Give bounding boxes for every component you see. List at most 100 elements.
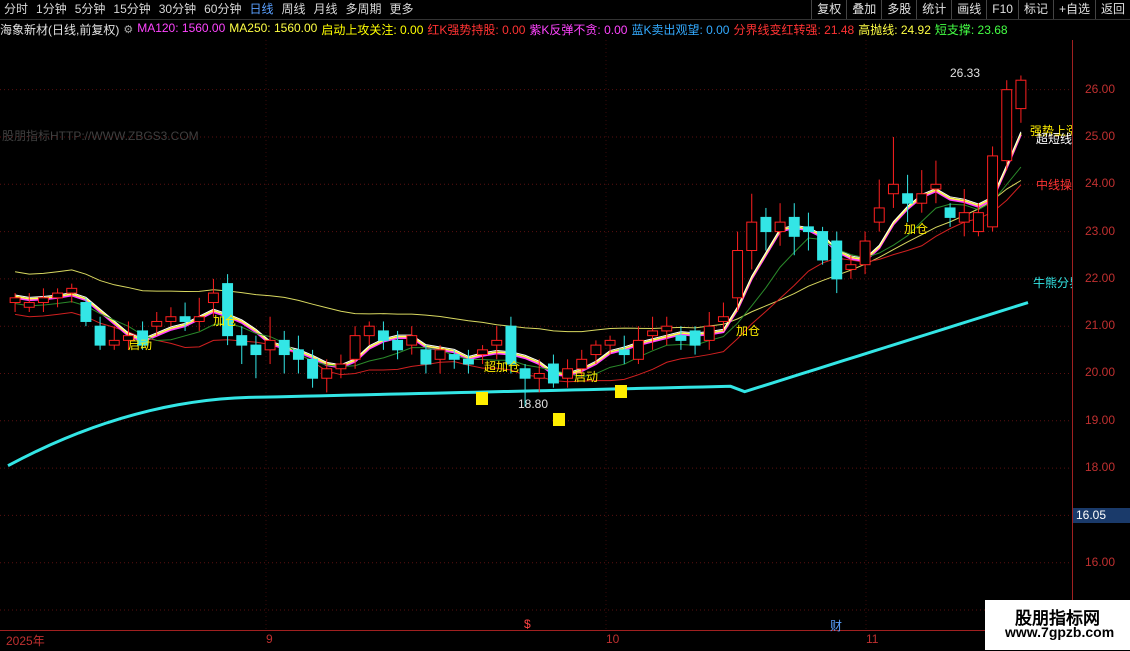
ultra-short-label: 超短线 — [1036, 131, 1072, 146]
toolbar-button-6[interactable]: 标记 — [1017, 0, 1053, 19]
candle-body — [647, 330, 659, 337]
candle-body — [689, 330, 701, 346]
price-tick: 20.00 — [1085, 365, 1116, 380]
price-tick: 26.00 — [1085, 81, 1116, 96]
super-add-label: 超加仓 — [484, 359, 520, 374]
candle-body — [321, 368, 333, 379]
event-marker[interactable]: $ — [524, 617, 531, 631]
candle-body — [916, 193, 928, 204]
function-buttons: 复权 叠加 多股 统计 画线 F10 标记 +自选 返回 — [811, 0, 1130, 19]
candle-body — [859, 240, 871, 266]
candle-body — [788, 216, 800, 237]
candle-body — [37, 297, 49, 304]
candle-body — [335, 363, 347, 370]
candle-body — [774, 221, 786, 233]
site-logo: 股朋指标网 www.7gpzb.com — [985, 600, 1130, 650]
candle-body — [576, 358, 588, 370]
price-tick: 18.00 — [1085, 460, 1116, 475]
candle-body — [817, 231, 829, 261]
candle-body — [250, 344, 262, 356]
toolbar-button-3[interactable]: 统计 — [916, 0, 951, 19]
event-marker[interactable]: 财 — [830, 617, 842, 634]
candle-body — [94, 325, 106, 346]
candle-body — [434, 349, 446, 360]
candle-body — [618, 349, 630, 356]
candle-body — [292, 349, 304, 360]
candle-body — [505, 325, 517, 365]
indicator-value-8: 短支撑: 23.68 — [934, 22, 1008, 37]
candle-body — [802, 226, 814, 233]
timeframe-tab-0[interactable]: 分时 — [0, 0, 32, 19]
timeframe-tab-6[interactable]: 日线 — [245, 0, 277, 19]
candle-body — [533, 372, 545, 379]
candle-body — [23, 302, 35, 308]
toolbar-button-2[interactable]: 多股 — [881, 0, 916, 19]
candle-body — [420, 349, 432, 365]
price-tick: 16.00 — [1085, 554, 1116, 569]
toolbar-button-8[interactable]: 返回 — [1094, 0, 1130, 19]
indicator-value-1: MA250: 1560.00 — [229, 20, 318, 35]
toolbar-button-1[interactable]: 叠加 — [846, 0, 881, 19]
candle-body — [392, 339, 404, 351]
candle-body — [972, 212, 984, 233]
timeframe-tab-9[interactable]: 多周期 — [342, 0, 386, 19]
candle-body — [349, 335, 361, 360]
timeframe-tab-8[interactable]: 月线 — [310, 0, 342, 19]
indicator-value-4: 紫K反弹不贪: 0.00 — [529, 22, 628, 37]
start-signal-label: 启动 — [128, 338, 152, 352]
timeframe-tab-2[interactable]: 5分钟 — [71, 0, 110, 19]
toolbar-button-7[interactable]: +自选 — [1052, 0, 1095, 19]
price-tick: 22.00 — [1085, 270, 1116, 285]
candle-body — [675, 335, 687, 341]
candle-body — [902, 193, 914, 204]
candle-body — [477, 349, 489, 356]
candle-body — [746, 221, 758, 252]
toolbar-button-5[interactable]: F10 — [986, 0, 1018, 19]
candle-body — [732, 250, 744, 299]
price-tick: 25.00 — [1085, 128, 1116, 143]
candle-body — [703, 325, 715, 341]
date-tick: 11 — [866, 632, 879, 646]
toolbar-button-0[interactable]: 复权 — [811, 0, 846, 19]
timeframe-tab-10[interactable]: 更多 — [386, 0, 418, 19]
timeframe-tab-5[interactable]: 60分钟 — [200, 0, 245, 19]
candle-body — [462, 358, 474, 365]
candle-body — [151, 320, 163, 327]
indicator-info-bar: 海象新材(日线,前复权) ⚙ MA120: 1560.00 MA250: 1560… — [0, 19, 1130, 39]
signal-block — [615, 385, 627, 398]
candle-body — [873, 207, 885, 223]
indicator-value-0: MA120: 1560.00 — [137, 20, 226, 35]
candle-body — [1015, 79, 1027, 110]
price-tick: 21.00 — [1085, 318, 1116, 333]
candle-body — [987, 155, 999, 228]
stock-title: 海象新材(日线,前复权) — [0, 22, 120, 37]
candle-body — [831, 240, 843, 280]
price-tick: 24.00 — [1085, 176, 1116, 191]
timeframe-tab-7[interactable]: 周线 — [277, 0, 309, 19]
candle-body — [52, 292, 64, 299]
candle-body — [632, 339, 644, 360]
indicator-value-6: 分界线变红转强: 21.48 — [733, 22, 855, 37]
date-axis: 2025年 9 10 11 $ 财 — [0, 617, 1072, 651]
price-tick: 23.00 — [1085, 223, 1116, 238]
candle-body — [108, 339, 120, 346]
date-tick: 9 — [266, 632, 273, 646]
date-tick: 2025年 — [6, 634, 45, 648]
candle-body — [207, 292, 219, 304]
toolbar-button-4[interactable]: 画线 — [951, 0, 986, 19]
candle-body — [9, 297, 21, 304]
mid-term-label: 中线操 — [1036, 177, 1072, 192]
candle-body — [958, 212, 970, 223]
logo-url: www.7gpzb.com — [1005, 624, 1115, 640]
candle-body — [944, 207, 956, 218]
indicator-value-3: 红K强势持股: 0.00 — [427, 22, 526, 37]
candle-body — [363, 325, 375, 337]
timeframe-tab-3[interactable]: 15分钟 — [109, 0, 154, 19]
candle-body — [448, 354, 460, 360]
date-tick: 10 — [606, 632, 620, 646]
candlestick-chart[interactable]: 26.3318.80启动启动加仓加仓加仓超加仓强势上涨超短线中线操牛熊分界 — [0, 40, 1072, 630]
timeframe-tab-1[interactable]: 1分钟 — [32, 0, 71, 19]
settings-icon[interactable]: ⚙ — [123, 23, 133, 36]
candle-body — [66, 287, 78, 294]
timeframe-tab-4[interactable]: 30分钟 — [155, 0, 200, 19]
